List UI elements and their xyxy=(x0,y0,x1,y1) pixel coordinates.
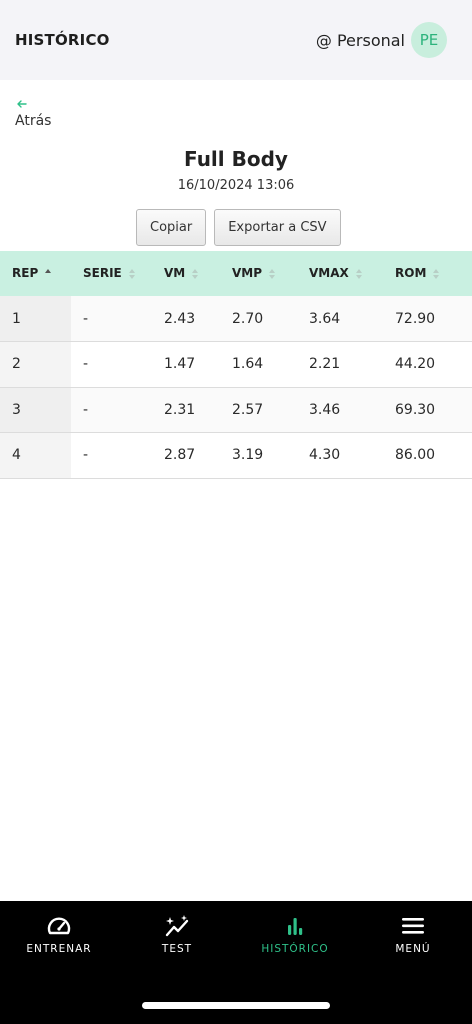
results-table-container: REP SERIE VM VMP VMAX ROM 1 - 2.43 2.70 … xyxy=(0,251,472,479)
nav-item-menu[interactable]: MENÚ xyxy=(354,901,472,971)
session-title: Full Body xyxy=(184,147,288,171)
cell-vmp: 1.64 xyxy=(220,341,297,387)
nav-item-historico[interactable]: HISTÓRICO xyxy=(236,901,354,971)
cell-vmax: 3.46 xyxy=(297,387,383,433)
column-header-vm[interactable]: VM xyxy=(152,251,220,296)
session-datetime: 16/10/2024 13:06 xyxy=(177,178,295,193)
cell-serie: - xyxy=(71,387,152,433)
cell-vmp: 2.57 xyxy=(220,387,297,433)
export-csv-button[interactable]: Exportar a CSV xyxy=(214,209,341,246)
cell-rom: 86.00 xyxy=(383,432,472,478)
page-title: HISTÓRICO xyxy=(15,31,110,49)
nav-item-entrenar[interactable]: ENTRENAR xyxy=(0,901,118,971)
cell-vmax: 4.30 xyxy=(297,432,383,478)
table-row: 3 - 2.31 2.57 3.46 69.30 xyxy=(0,387,472,433)
cell-vm: 1.47 xyxy=(152,341,220,387)
bottom-nav: ENTRENAR TEST HISTÓRICO MENÚ xyxy=(0,901,472,1024)
sort-asc-icon xyxy=(45,268,52,273)
table-header-row: REP SERIE VM VMP VMAX ROM xyxy=(0,251,472,296)
results-table: REP SERIE VM VMP VMAX ROM 1 - 2.43 2.70 … xyxy=(0,251,472,479)
sort-icon xyxy=(192,268,199,279)
cell-vmp: 3.19 xyxy=(220,432,297,478)
table-row: 2 - 1.47 1.64 2.21 44.20 xyxy=(0,341,472,387)
hamburger-menu-icon xyxy=(402,918,424,934)
column-header-vmax[interactable]: VMAX xyxy=(297,251,383,296)
cell-vmp: 2.70 xyxy=(220,296,297,342)
column-header-rep[interactable]: REP xyxy=(0,251,71,296)
arrow-left-icon xyxy=(17,100,27,108)
cell-rep: 2 xyxy=(0,341,71,387)
table-row: 4 - 2.87 3.19 4.30 86.00 xyxy=(0,432,472,478)
cell-rep: 1 xyxy=(0,296,71,342)
sort-icon xyxy=(128,268,135,279)
sort-icon xyxy=(355,268,362,279)
cell-vm: 2.87 xyxy=(152,432,220,478)
profile-selector[interactable]: @ Personal PE xyxy=(316,22,447,58)
sparkle-chart-icon xyxy=(165,915,189,937)
home-indicator[interactable] xyxy=(142,1002,330,1009)
back-label: Atrás xyxy=(15,113,52,129)
sort-icon xyxy=(433,268,440,279)
cell-rep: 3 xyxy=(0,387,71,433)
cell-rom: 72.90 xyxy=(383,296,472,342)
cell-vm: 2.43 xyxy=(152,296,220,342)
cell-vmax: 2.21 xyxy=(297,341,383,387)
speedometer-icon xyxy=(47,917,71,935)
app-header: HISTÓRICO @ Personal PE xyxy=(0,0,472,80)
table-row: 1 - 2.43 2.70 3.64 72.90 xyxy=(0,296,472,342)
bar-chart-icon xyxy=(288,918,303,935)
sort-icon xyxy=(269,268,276,279)
cell-rom: 69.30 xyxy=(383,387,472,433)
copy-button[interactable]: Copiar xyxy=(136,209,207,246)
column-header-vmp[interactable]: VMP xyxy=(220,251,297,296)
cell-vmax: 3.64 xyxy=(297,296,383,342)
screen: HISTÓRICO @ Personal PE Atrás Full Body … xyxy=(0,0,472,1024)
cell-vm: 2.31 xyxy=(152,387,220,433)
cell-rom: 44.20 xyxy=(383,341,472,387)
column-header-serie[interactable]: SERIE xyxy=(71,251,152,296)
cell-serie: - xyxy=(71,341,152,387)
cell-serie: - xyxy=(71,296,152,342)
profile-name: @ Personal xyxy=(315,30,405,50)
cell-serie: - xyxy=(71,432,152,478)
cell-rep: 4 xyxy=(0,432,71,478)
action-buttons: Copiar Exportar a CSV xyxy=(136,209,341,246)
back-link[interactable]: Atrás xyxy=(15,97,51,129)
avatar[interactable]: PE xyxy=(411,22,447,58)
column-header-rom[interactable]: ROM xyxy=(383,251,472,296)
nav-item-test[interactable]: TEST xyxy=(118,901,236,971)
